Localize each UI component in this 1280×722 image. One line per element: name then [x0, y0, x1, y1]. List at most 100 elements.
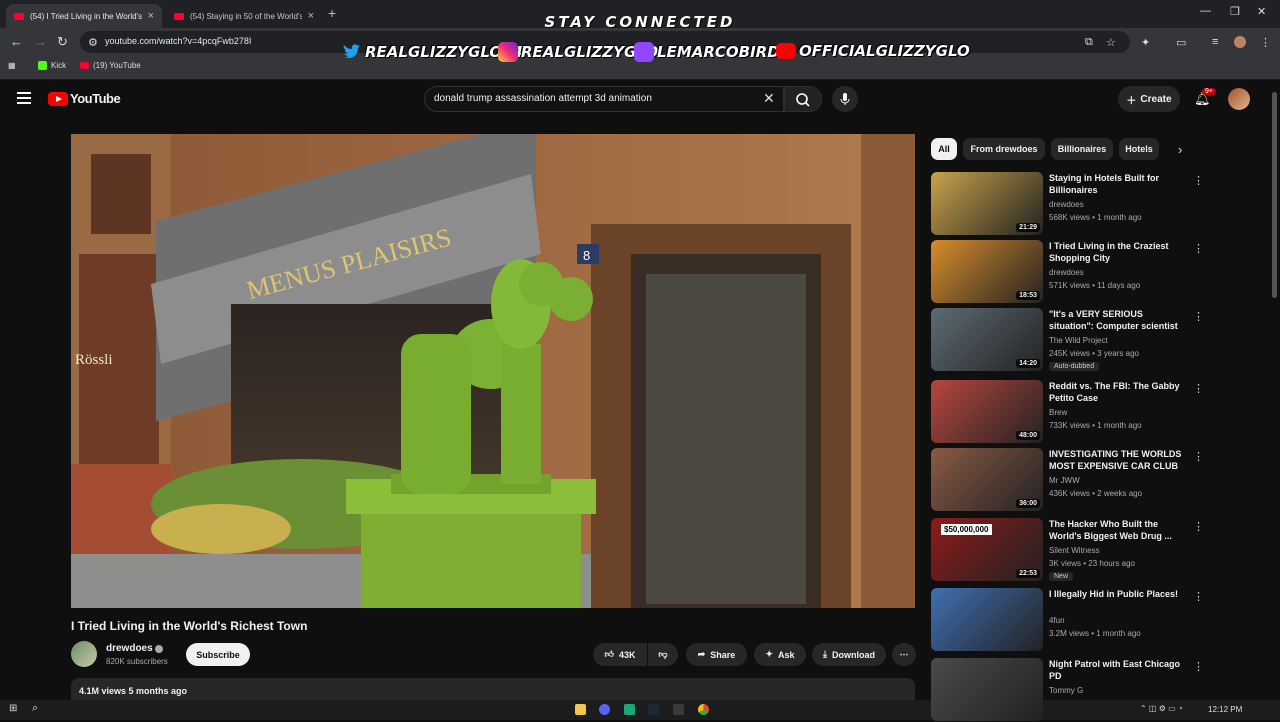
recommendation-title[interactable]: Reddit vs. The FBI: The Gabby Petito Cas… — [1049, 380, 1185, 404]
tab-search-icon[interactable]: ≡ — [1212, 36, 1218, 48]
recommendation-channel[interactable]: drewdoes — [1049, 268, 1084, 277]
more-actions-button[interactable]: ⋯ — [892, 643, 916, 666]
download-button[interactable]: ⤓ Download — [812, 643, 886, 666]
youtube-logo-text[interactable]: YouTube — [70, 91, 121, 106]
channel-avatar[interactable] — [71, 641, 97, 667]
share-button[interactable]: ➦ Share — [686, 643, 747, 666]
ask-button[interactable]: ✦ Ask — [754, 643, 806, 666]
search-input[interactable]: donald trump assassination attempt 3d an… — [434, 93, 652, 104]
recommendation-title[interactable]: Staying in Hotels Built for Billionaires — [1049, 172, 1185, 196]
close-tab-icon[interactable]: × — [308, 10, 314, 22]
subscribe-button[interactable]: Subscribe — [186, 643, 250, 666]
scrollbar[interactable] — [1272, 92, 1277, 298]
thumbnail[interactable]: 36:00 — [931, 448, 1043, 511]
search-button[interactable] — [784, 86, 822, 112]
tab-active[interactable]: (54) I Tried Living in the World's Riche… — [6, 4, 162, 28]
more-options-icon[interactable]: ⋮ — [1193, 174, 1204, 187]
duration-badge: 21:29 — [1016, 223, 1040, 232]
thumbnail[interactable]: 48:00 — [931, 380, 1043, 443]
chrome-icon[interactable] — [698, 704, 709, 715]
windows-start-icon[interactable]: ⊞ — [9, 703, 17, 714]
sidepanel-icon[interactable]: ▭ — [1176, 36, 1186, 49]
more-options-icon[interactable]: ⋮ — [1193, 310, 1204, 323]
back-icon[interactable]: ← — [10, 34, 23, 49]
more-options-icon[interactable]: ⋮ — [1193, 450, 1204, 463]
recommendation-item[interactable]: 21:29 Staying in Hotels Built for Billion… — [931, 172, 1204, 236]
recommendation-channel[interactable]: Mr JWW — [1049, 476, 1080, 485]
recommendation-item[interactable]: Night Patrol with East Chicago PD Tommy G… — [931, 658, 1204, 722]
thumbnail[interactable]: 21:29 — [931, 172, 1043, 235]
apps-grid-icon[interactable]: ▦ — [8, 61, 16, 70]
chip-hotels[interactable]: Hotels — [1119, 138, 1159, 160]
browser-menu-icon[interactable]: ⋮ — [1260, 36, 1271, 49]
recommendation-item[interactable]: 18:53 I Tried Living in the Craziest Shop… — [931, 240, 1204, 304]
video-player[interactable]: MENUS PLAISIRS 8 Rössli — [71, 134, 915, 608]
thumbnail[interactable] — [931, 658, 1043, 721]
thumbnail[interactable]: $50,000,000 22:53 — [931, 518, 1043, 581]
clear-search-icon[interactable]: ✕ — [763, 90, 775, 107]
youtube-logo-icon[interactable] — [48, 92, 68, 106]
minimize-icon[interactable]: — — [1200, 5, 1211, 17]
profile-icon[interactable] — [1234, 36, 1246, 48]
recommendation-title[interactable]: The Hacker Who Built the World's Biggest… — [1049, 518, 1185, 542]
app-icon[interactable] — [624, 704, 635, 715]
subscriber-count: 820K subscribers — [106, 657, 168, 666]
more-options-icon[interactable]: ⋮ — [1193, 242, 1204, 255]
thumbnail[interactable]: 18:53 — [931, 240, 1043, 303]
voice-search-button[interactable] — [832, 86, 858, 112]
chevron-right-icon[interactable]: › — [1178, 142, 1182, 157]
more-options-icon[interactable]: ⋮ — [1193, 382, 1204, 395]
recommendation-item[interactable]: $50,000,000 22:53 The Hacker Who Built the… — [931, 518, 1204, 582]
chip-from-channel[interactable]: From drewdoes — [963, 138, 1045, 160]
recommendation-channel[interactable]: Tommy G — [1049, 686, 1083, 695]
close-tab-icon[interactable]: × — [148, 10, 154, 22]
chip-all[interactable]: All — [931, 138, 957, 160]
guide-menu-icon[interactable] — [17, 92, 31, 107]
like-button[interactable]: 👍︎ 43K — [593, 643, 647, 666]
chip-billionaires[interactable]: Billionaires — [1051, 138, 1113, 160]
bookmark-kick[interactable]: Kick — [38, 61, 66, 70]
reload-icon[interactable]: ↻ — [57, 34, 68, 50]
overlay-heading: STAY CONNECTED — [544, 13, 736, 31]
recommendation-item[interactable]: I Illegally Hid in Public Places! 4fun 3.2… — [931, 588, 1204, 652]
recommendation-title[interactable]: I Illegally Hid in Public Places! — [1049, 588, 1185, 600]
recommendation-item[interactable]: 14:20 "It's a VERY SERIOUS situation": Co… — [931, 308, 1204, 372]
thumbnail-text: $50,000,000 — [941, 524, 992, 535]
more-options-icon[interactable]: ⋮ — [1193, 520, 1204, 533]
more-options-icon[interactable]: ⋮ — [1193, 660, 1204, 673]
recommendation-item[interactable]: 36:00 INVESTIGATING THE WORLDS MOST EXPEN… — [931, 448, 1204, 512]
recommendation-item[interactable]: 48:00 Reddit vs. The FBI: The Gabby Petit… — [931, 380, 1204, 444]
steam-icon[interactable] — [648, 704, 659, 715]
account-avatar[interactable] — [1228, 88, 1250, 110]
thumbnail[interactable] — [931, 588, 1043, 651]
tab-inactive[interactable]: (54) Staying in 50 of the World's Most E… — [166, 4, 322, 28]
maximize-icon[interactable]: ❐ — [1230, 5, 1240, 18]
install-app-icon[interactable]: ⧉ — [1085, 36, 1093, 49]
recommendation-channel[interactable]: 4fun — [1049, 616, 1065, 625]
bookmark-star-icon[interactable]: ☆ — [1106, 36, 1116, 49]
recommendation-channel[interactable]: drewdoes — [1049, 200, 1084, 209]
dislike-button[interactable]: 👎︎ — [648, 643, 678, 666]
site-info-icon[interactable]: ⚙ — [88, 36, 98, 49]
recommendation-title[interactable]: Night Patrol with East Chicago PD — [1049, 658, 1185, 682]
new-tab-icon[interactable]: + — [328, 5, 336, 21]
close-window-icon[interactable]: ✕ — [1257, 5, 1266, 18]
url-text[interactable]: youtube.com/watch?v=4pcqFwb278I — [105, 36, 251, 46]
file-explorer-icon[interactable] — [575, 704, 586, 715]
taskbar-search-icon[interactable]: ⌕ — [32, 702, 38, 715]
recommendation-channel[interactable]: Silent Witness — [1049, 546, 1100, 555]
bookmark-youtube[interactable]: (19) YouTube — [80, 61, 141, 70]
thumbnail[interactable]: 14:20 — [931, 308, 1043, 371]
recommendation-title[interactable]: I Tried Living in the Craziest Shopping … — [1049, 240, 1185, 264]
recommendation-channel[interactable]: Brew — [1049, 408, 1067, 417]
recommendation-title[interactable]: "It's a VERY SERIOUS situation": Compute… — [1049, 308, 1185, 333]
channel-name[interactable]: drewdoes — [106, 643, 153, 654]
recommendation-channel[interactable]: The Wild Project — [1049, 336, 1108, 345]
forward-icon[interactable]: → — [34, 34, 47, 49]
discord-icon[interactable] — [599, 704, 610, 715]
extensions-icon[interactable]: ✦ — [1141, 36, 1150, 49]
create-button[interactable]: ＋ Create — [1118, 86, 1180, 112]
more-options-icon[interactable]: ⋮ — [1193, 590, 1204, 603]
recommendation-title[interactable]: INVESTIGATING THE WORLDS MOST EXPENSIVE … — [1049, 448, 1185, 472]
terminal-icon[interactable] — [673, 704, 684, 715]
